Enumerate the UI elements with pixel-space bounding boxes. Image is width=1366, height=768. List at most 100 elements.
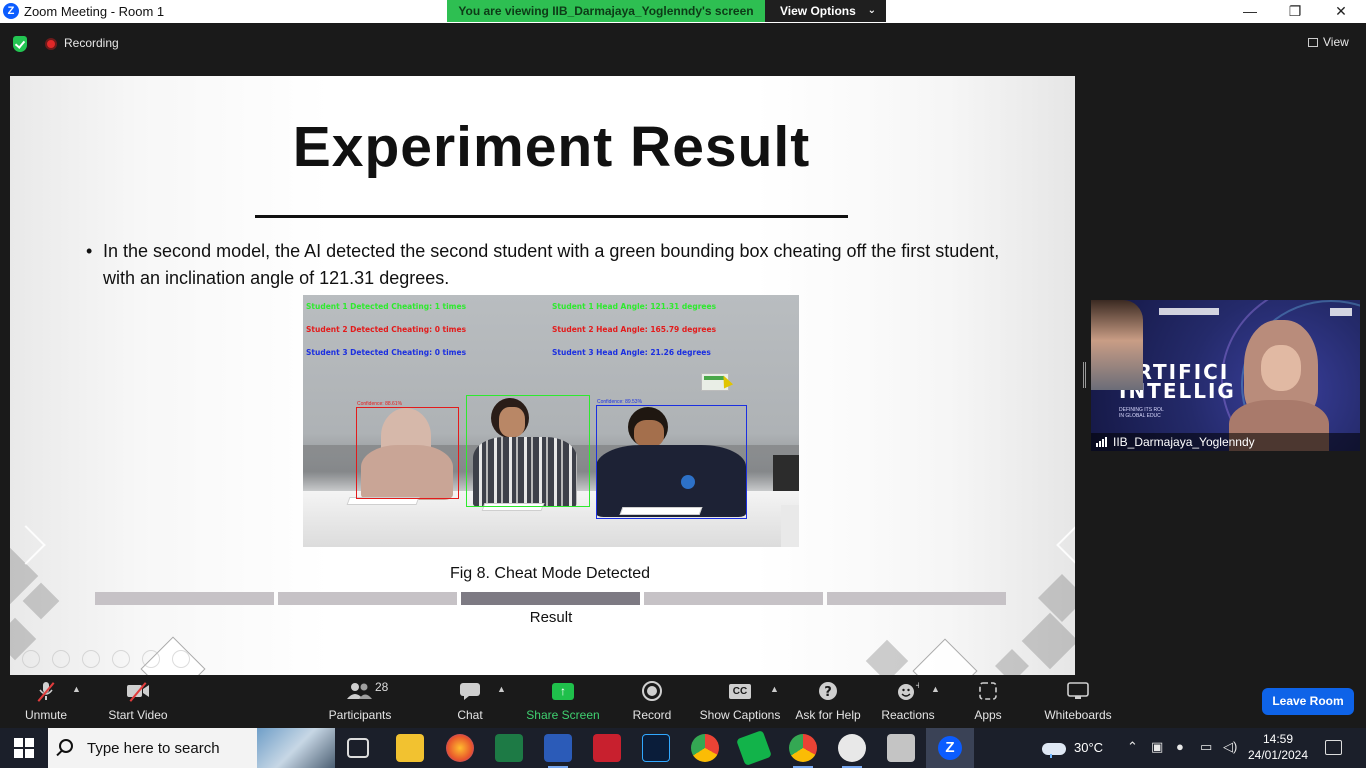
recording-label[interactable]: Recording bbox=[64, 36, 119, 50]
volume-icon[interactable]: ◁) bbox=[1223, 739, 1237, 755]
close-button[interactable]: ✕ bbox=[1318, 0, 1364, 23]
view-options-button[interactable]: View Options ⌄ bbox=[765, 0, 886, 22]
bounding-box-student-2 bbox=[466, 395, 590, 507]
slide-tool-back-icon[interactable] bbox=[22, 650, 40, 668]
overlay-head-angle-3: Student 3 Head Angle: 21.26 degrees bbox=[552, 348, 711, 357]
figure-cabinet-door bbox=[781, 505, 799, 547]
microphone-tray-icon[interactable]: ● bbox=[1176, 739, 1184, 754]
folder-app-icon[interactable] bbox=[887, 734, 915, 762]
box-label-student-1: Confidence: 88.61% bbox=[357, 401, 403, 407]
panel-resize-handle[interactable] bbox=[1083, 362, 1086, 388]
chrome-icon[interactable] bbox=[691, 734, 719, 762]
search-placeholder: Type here to search bbox=[87, 740, 220, 757]
slide-tool-pen-icon[interactable] bbox=[82, 650, 100, 668]
participants-count: 28 bbox=[375, 680, 389, 694]
title-divider bbox=[255, 215, 848, 218]
leave-room-button[interactable]: Leave Room bbox=[1262, 688, 1354, 715]
network-icon[interactable]: ▭ bbox=[1200, 739, 1212, 755]
apps-button[interactable]: Apps bbox=[968, 675, 1008, 728]
share-screen-button[interactable]: ↑ Share Screen bbox=[526, 675, 600, 728]
clock-date: 24/01/2024 bbox=[1247, 748, 1309, 762]
slide-tool-grid-icon[interactable] bbox=[112, 650, 130, 668]
zoom-window: Z Zoom Meeting - Room 1 You are viewing … bbox=[0, 0, 1366, 768]
audio-options-caret[interactable]: ▲ bbox=[72, 675, 84, 728]
overlay-head-angle-1: Student 1 Head Angle: 121.31 degrees bbox=[552, 302, 717, 311]
share-screen-icon: ↑ bbox=[526, 675, 600, 707]
task-view-icon[interactable] bbox=[347, 738, 369, 758]
zoom-logo-icon: Z bbox=[3, 3, 19, 19]
whiteboards-label: Whiteboards bbox=[1044, 708, 1112, 722]
green-app-icon[interactable] bbox=[736, 730, 772, 766]
slide-tool-forward-icon[interactable] bbox=[52, 650, 70, 668]
progress-segment bbox=[644, 592, 823, 605]
word-icon[interactable] bbox=[544, 734, 572, 768]
title-bar: Z Zoom Meeting - Room 1 You are viewing … bbox=[0, 0, 1366, 23]
tray-overflow-icon[interactable]: ⌃ bbox=[1127, 739, 1138, 755]
meeting-top-bar: Recording View bbox=[0, 23, 1366, 76]
ask-for-help-button[interactable]: ? Ask for Help bbox=[794, 675, 862, 728]
bullet-dot-icon: • bbox=[86, 241, 93, 261]
reactions-button[interactable]: + Reactions bbox=[880, 675, 936, 728]
slide-tool-zoom-icon[interactable] bbox=[142, 650, 160, 668]
system-clock[interactable]: 14:59 24/01/2024 bbox=[1246, 731, 1310, 763]
caret-up-icon: ▲ bbox=[770, 684, 779, 694]
start-video-button[interactable]: Start Video bbox=[104, 675, 172, 728]
view-button[interactable]: View bbox=[1308, 35, 1349, 49]
zoom-taskbar-icon[interactable]: Z bbox=[926, 728, 974, 768]
whiteboards-button[interactable]: Whiteboards bbox=[1042, 675, 1114, 728]
view-options-label: View Options bbox=[780, 4, 856, 18]
chrome-profile-icon[interactable] bbox=[789, 734, 817, 768]
participant-video-tile[interactable]: ARTIFICI INTELLIG DEFINING ITS ROL IN GL… bbox=[1091, 300, 1360, 451]
progress-segment bbox=[461, 592, 640, 605]
help-icon: ? bbox=[794, 675, 862, 707]
minimize-button[interactable]: — bbox=[1227, 0, 1273, 23]
reactions-options-caret[interactable]: ▲ bbox=[931, 675, 943, 728]
clock-time: 14:59 bbox=[1262, 732, 1294, 746]
firefox-icon[interactable] bbox=[446, 734, 474, 762]
apps-icon bbox=[968, 675, 1008, 707]
share-screen-label: Share Screen bbox=[526, 708, 600, 722]
bullet-text: In the second model, the AI detected the… bbox=[103, 241, 1000, 288]
unmute-button[interactable]: Unmute bbox=[18, 675, 74, 728]
cheat-detection-figure: Confidence: 88.61% Confidence: 89.53% St… bbox=[303, 295, 799, 547]
reactions-label: Reactions bbox=[881, 708, 935, 722]
windows-start-icon[interactable] bbox=[14, 738, 34, 758]
progress-segment bbox=[95, 592, 274, 605]
caret-up-icon: ▲ bbox=[931, 684, 940, 694]
overlay-cheating-count-1: Student 1 Detected Cheating: 1 times bbox=[306, 302, 467, 311]
taskbar-search-box[interactable]: Type here to search bbox=[48, 728, 335, 768]
chevron-down-icon: ⌄ bbox=[867, 5, 876, 16]
meet-now-icon[interactable]: ▣ bbox=[1151, 739, 1163, 755]
presentation-app-icon[interactable] bbox=[593, 734, 621, 762]
photoshop-icon[interactable] bbox=[642, 734, 670, 762]
search-icon bbox=[59, 739, 73, 753]
file-explorer-icon[interactable] bbox=[396, 734, 424, 762]
participant-person-face bbox=[1261, 345, 1301, 391]
whiteboard-icon bbox=[1042, 675, 1114, 707]
apps-label: Apps bbox=[974, 708, 1002, 722]
chat-options-caret[interactable]: ▲ bbox=[497, 675, 509, 728]
start-video-label: Start Video bbox=[108, 708, 168, 722]
captions-options-caret[interactable]: ▲ bbox=[770, 675, 782, 728]
slide-tool-more-icon[interactable] bbox=[172, 650, 190, 668]
chat-button[interactable]: Chat bbox=[450, 675, 490, 728]
excel-icon[interactable] bbox=[495, 734, 523, 762]
slide-next-arrow-icon[interactable] bbox=[1056, 525, 1075, 565]
weather-icon[interactable] bbox=[1040, 738, 1068, 758]
slide-decoration bbox=[995, 649, 1029, 675]
whatsapp-icon[interactable] bbox=[838, 734, 866, 768]
slide-title: Experiment Result bbox=[292, 115, 811, 179]
slide-decoration bbox=[865, 639, 909, 675]
participants-button[interactable]: 28 Participants bbox=[326, 675, 394, 728]
backdrop-logos bbox=[1159, 308, 1219, 315]
notification-center-icon[interactable] bbox=[1325, 740, 1342, 755]
screen-share-banner: You are viewing IIB_Darmajaya_Yoglenndy'… bbox=[447, 0, 886, 22]
restore-button[interactable]: ❐ bbox=[1272, 0, 1318, 23]
camera-off-icon bbox=[104, 675, 172, 707]
cc-text: CC bbox=[728, 683, 752, 699]
temperature[interactable]: 30°C bbox=[1074, 740, 1103, 755]
record-button[interactable]: Record bbox=[630, 675, 674, 728]
chat-icon bbox=[450, 675, 490, 707]
caret-up-icon: ▲ bbox=[497, 684, 506, 694]
security-shield-icon[interactable] bbox=[13, 36, 27, 52]
